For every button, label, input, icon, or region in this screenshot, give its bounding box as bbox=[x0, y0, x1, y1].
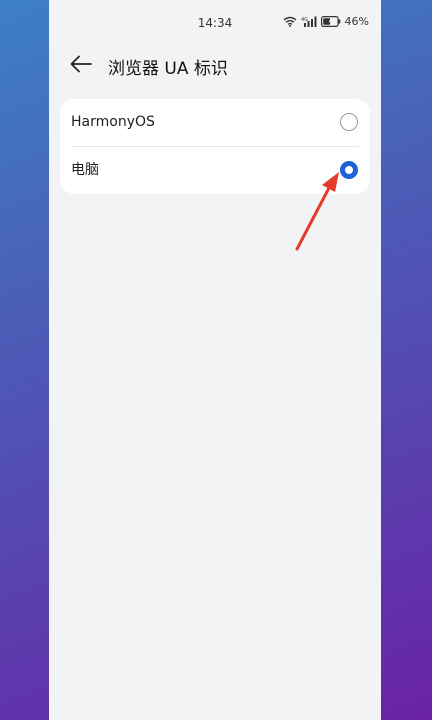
option-harmonyos[interactable]: HarmonyOS bbox=[60, 99, 370, 146]
wifi-icon bbox=[283, 16, 297, 27]
header: 浏览器 UA 标识 bbox=[49, 46, 381, 86]
svg-text:4G: 4G bbox=[301, 17, 308, 23]
arrow-left-icon bbox=[70, 55, 92, 77]
status-bar: 14:34 4G 46% bbox=[49, 0, 381, 46]
radio-button-selected[interactable] bbox=[340, 161, 358, 179]
battery-percent: 46% bbox=[344, 15, 369, 28]
option-desktop[interactable]: 电脑 bbox=[60, 147, 370, 194]
status-icons: 4G 46% bbox=[283, 15, 369, 28]
page-title: 浏览器 UA 标识 bbox=[108, 59, 228, 79]
option-label: HarmonyOS bbox=[71, 114, 155, 130]
phone-screen: 14:34 4G 46% 浏览器 UA 标识 HarmonyOS 电脑 bbox=[49, 0, 381, 720]
signal-icon: 4G bbox=[301, 16, 317, 27]
radio-button-unselected[interactable] bbox=[340, 113, 358, 131]
battery-icon bbox=[320, 16, 341, 27]
back-button[interactable] bbox=[67, 52, 95, 80]
ua-options-card: HarmonyOS 电脑 bbox=[60, 99, 370, 194]
option-label: 电脑 bbox=[71, 162, 99, 178]
